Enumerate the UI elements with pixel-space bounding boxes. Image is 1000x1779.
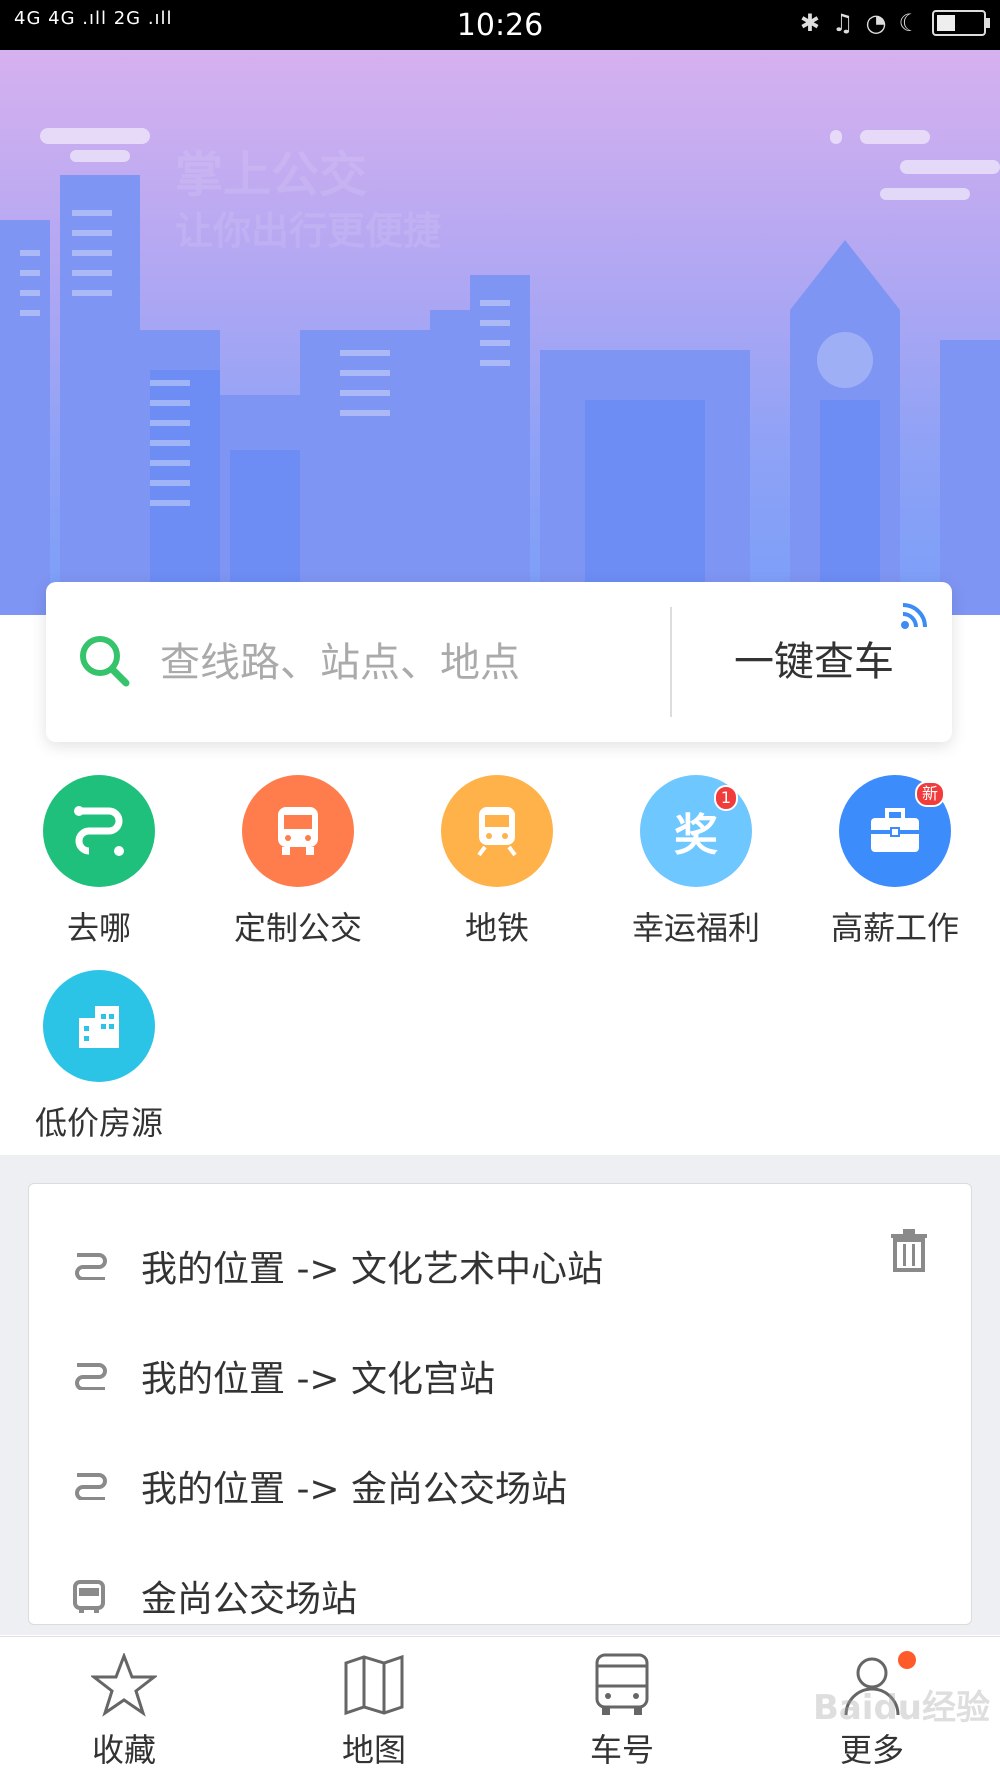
route-icon (73, 1250, 109, 1284)
star-icon (34, 1649, 214, 1721)
history-item[interactable]: 我的位置 -> 金尚公交场站 (29, 1436, 971, 1536)
history-text: 我的位置 -> 文化艺术中心站 (141, 1249, 604, 1290)
alarm-icon: ◔ (865, 9, 887, 37)
shortcut-label: 地铁 (464, 909, 529, 947)
bus-icon (532, 1649, 712, 1721)
briefcase-icon: 新 (839, 775, 951, 887)
route-icon (73, 1360, 109, 1394)
tab-label: 车号 (589, 1731, 654, 1769)
tab-label: 地图 (341, 1731, 406, 1769)
history-item[interactable]: 我的位置 -> 文化宫站 (29, 1326, 971, 1426)
bluetooth-icon: ✱ (799, 9, 821, 37)
city-skyline-illustration (0, 128, 1000, 615)
history-text: 金尚公交场站 (141, 1579, 358, 1620)
building-icon (43, 970, 155, 1082)
history-text: 我的位置 -> 文化宫站 (141, 1359, 496, 1400)
city-banner[interactable]: 掌上公交 让你出行更便捷 (0, 50, 1000, 615)
shortcut-high-salary-jobs[interactable]: 新 高薪工作 (805, 775, 985, 949)
bus-icon (242, 775, 354, 887)
tab-label: 收藏 (91, 1731, 156, 1769)
shortcut-where-to[interactable]: 去哪 (9, 775, 189, 949)
search-card: 一键查车 (46, 582, 952, 742)
route-icon (43, 775, 155, 887)
tab-map[interactable]: 地图 (284, 1649, 464, 1771)
shortcut-label: 去哪 (66, 909, 131, 947)
shortcut-cheap-housing[interactable]: 低价房源 (9, 970, 189, 1144)
prize-icon: 奖 1 (640, 775, 752, 887)
history-item[interactable]: 我的位置 -> 文化艺术中心站 (29, 1216, 971, 1316)
notification-badge: 1 (713, 785, 738, 811)
shortcut-custom-bus[interactable]: 定制公交 (208, 775, 388, 949)
shortcut-label: 幸运福利 (631, 909, 760, 947)
status-bar: 4G 4G .ıll 2G .ıll 10:26 ✱ ♫ ◔ ☾ (0, 0, 1000, 50)
shortcut-lucky-welfare[interactable]: 奖 1 幸运福利 (606, 775, 786, 949)
history-text: 我的位置 -> 金尚公交场站 (141, 1469, 568, 1510)
map-icon (284, 1649, 464, 1721)
baidu-watermark: Baidu经验 (812, 1688, 990, 1728)
status-icons: ✱ ♫ ◔ ☾ (799, 9, 990, 37)
banner-slogan-subtitle: 让你出行更便捷 (175, 209, 442, 253)
route-icon (73, 1470, 109, 1504)
search-divider (670, 607, 672, 717)
tab-label: 更多 (839, 1731, 904, 1769)
search-input[interactable] (158, 634, 682, 692)
bus-icon (73, 1580, 105, 1618)
shortcut-label: 低价房源 (34, 1104, 163, 1142)
tab-bus-number[interactable]: 车号 (532, 1649, 712, 1771)
history-item[interactable]: 金尚公交场站 (29, 1546, 971, 1624)
subway-icon (441, 775, 553, 887)
shortcut-label: 高薪工作 (830, 909, 959, 947)
new-badge: 新 (914, 781, 945, 807)
tab-favorites[interactable]: 收藏 (34, 1649, 214, 1771)
signal-icon (900, 602, 928, 634)
notification-dot (898, 1651, 916, 1669)
moon-icon: ☾ (898, 9, 920, 37)
shortcut-subway[interactable]: 地铁 (407, 775, 587, 949)
search-history-card: 我的位置 -> 文化艺术中心站 我的位置 -> 文化宫站 我的位置 -> 金尚公… (28, 1183, 972, 1625)
battery-icon (932, 10, 990, 36)
shortcut-label: 定制公交 (233, 909, 362, 947)
mute-bell-icon: ♫ (832, 9, 854, 37)
banner-slogan-title: 掌上公交 (175, 147, 368, 203)
search-icon[interactable] (76, 632, 132, 696)
